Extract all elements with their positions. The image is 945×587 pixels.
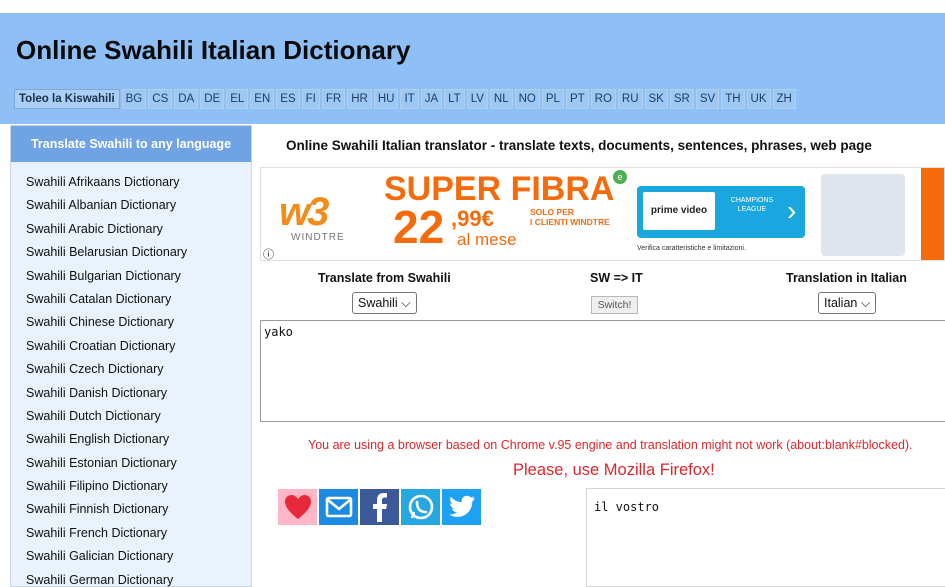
language-link-uk[interactable]: UK: [746, 89, 771, 109]
windtre-brand: WINDTRE: [291, 232, 345, 243]
direction-label: SW => IT: [590, 271, 643, 285]
language-link-fi[interactable]: FI: [301, 89, 320, 109]
sidebar-link[interactable]: Swahili Arabic Dictionary: [11, 219, 251, 242]
heart-icon: [284, 495, 311, 519]
ad-right-edge: [921, 168, 944, 260]
language-link-es[interactable]: ES: [276, 89, 300, 109]
social-buttons: [278, 489, 481, 525]
ad-solo-line2: I CLIENTI WINDTRE: [530, 217, 610, 227]
site-header: Online Swahili Italian Dictionary Toleo …: [0, 13, 945, 124]
language-link-it[interactable]: IT: [400, 89, 419, 109]
ad-players-image: [821, 174, 905, 256]
whatsapp-icon: [408, 494, 433, 520]
sidebar-link[interactable]: Swahili Galician Dictionary: [11, 546, 251, 569]
windtre-logo: w3: [279, 190, 329, 234]
twitter-share-button[interactable]: [442, 489, 481, 525]
language-link-ru[interactable]: RU: [617, 89, 643, 109]
sidebar-link[interactable]: Swahili Dutch Dictionary: [11, 406, 251, 429]
sidebar-link[interactable]: Swahili Belarusian Dictionary: [11, 242, 251, 265]
ad-solo-text: SOLO PER I CLIENTI WINDTRE: [530, 207, 610, 227]
sidebar-link[interactable]: Swahili Estonian Dictionary: [11, 453, 251, 476]
sidebar: Translate Swahili to any language Swahil…: [10, 125, 252, 587]
ad-e-badge: e: [613, 170, 627, 184]
language-link-toleo-la-kiswahili[interactable]: Toleo la Kiswahili: [14, 89, 120, 109]
sidebar-link[interactable]: Swahili Bulgarian Dictionary: [11, 266, 251, 289]
language-link-ro[interactable]: RO: [590, 89, 616, 109]
whatsapp-share-button[interactable]: [401, 489, 440, 525]
ad-price-int: 22: [393, 201, 445, 253]
language-link-nl[interactable]: NL: [489, 89, 513, 109]
twitter-icon: [448, 495, 475, 517]
language-link-hr[interactable]: HR: [347, 89, 372, 109]
sidebar-link[interactable]: Swahili Albanian Dictionary: [11, 195, 251, 218]
language-link-cs[interactable]: CS: [148, 89, 173, 109]
sidebar-link[interactable]: Swahili Danish Dictionary: [11, 383, 251, 406]
language-link-no[interactable]: NO: [514, 89, 540, 109]
language-link-sr[interactable]: SR: [669, 89, 694, 109]
language-link-th[interactable]: TH: [721, 89, 745, 109]
language-link-fr[interactable]: FR: [321, 89, 346, 109]
chevron-right-icon: ›: [787, 195, 797, 226]
sidebar-list: Swahili Afrikaans Dictionary Swahili Alba…: [11, 172, 251, 587]
language-link-da[interactable]: DA: [174, 89, 199, 109]
ad-per-month: al mese: [457, 230, 517, 249]
sidebar-link[interactable]: Swahili Finnish Dictionary: [11, 499, 251, 522]
mail-icon: [325, 496, 352, 518]
sidebar-link[interactable]: Swahili Afrikaans Dictionary: [11, 172, 251, 195]
to-label: Translation in Italian: [786, 271, 907, 285]
translation-output[interactable]: il vostro: [586, 488, 945, 587]
sidebar-link[interactable]: Swahili German Dictionary: [11, 570, 251, 587]
source-textarea[interactable]: yako: [260, 320, 945, 422]
sidebar-link[interactable]: Swahili English Dictionary: [11, 429, 251, 452]
language-link-hu[interactable]: HU: [373, 89, 399, 109]
sidebar-heading[interactable]: Translate Swahili to any language: [11, 126, 251, 162]
source-language-select[interactable]: Swahili ⌵: [352, 292, 417, 314]
info-icon[interactable]: ⓘ: [263, 246, 274, 260]
sidebar-link[interactable]: Swahili Czech Dictionary: [11, 359, 251, 382]
heart-button[interactable]: [278, 489, 317, 525]
language-link-pl[interactable]: PL: [541, 89, 564, 109]
language-link-el[interactable]: EL: [226, 89, 249, 109]
facebook-share-button[interactable]: [360, 489, 399, 525]
email-share-button[interactable]: [319, 489, 358, 525]
top-strip: [0, 0, 945, 13]
language-link-sk[interactable]: SK: [644, 89, 668, 109]
language-link-lv[interactable]: LV: [466, 89, 488, 109]
from-label: Translate from Swahili: [318, 271, 451, 285]
language-link-zh[interactable]: ZH: [772, 89, 796, 109]
language-link-de[interactable]: DE: [200, 89, 225, 109]
sidebar-link[interactable]: Swahili Filipino Dictionary: [11, 476, 251, 499]
ad-price-dec: ,99€: [451, 206, 494, 231]
prime-video-logo: prime video: [643, 192, 715, 230]
language-link-ja[interactable]: JA: [420, 89, 443, 109]
switch-button[interactable]: Switch!: [591, 296, 638, 314]
language-link-en[interactable]: EN: [250, 89, 275, 109]
facebook-icon: [372, 493, 387, 522]
ad-solo-line1: SOLO PER: [530, 207, 574, 217]
champions-league-logo: CHAMPIONS LEAGUE: [730, 197, 774, 213]
firefox-warning: Please, use Mozilla Firefox!: [513, 461, 715, 479]
advertisement-banner[interactable]: w3 WINDTRE SUPER FIBRA e 22 ,99€ al mese…: [260, 167, 945, 261]
sidebar-link[interactable]: Swahili Croatian Dictionary: [11, 336, 251, 359]
language-link-pt[interactable]: PT: [565, 89, 589, 109]
browser-warning: You are using a browser based on Chrome …: [308, 438, 913, 452]
sidebar-link[interactable]: Swahili Catalan Dictionary: [11, 289, 251, 312]
language-link-lt[interactable]: LT: [444, 89, 465, 109]
sidebar-link[interactable]: Swahili Chinese Dictionary: [11, 312, 251, 335]
language-link-sv[interactable]: SV: [695, 89, 720, 109]
target-language-select[interactable]: Italian ⌵: [818, 292, 877, 314]
main-title: Online Swahili Italian translator - tran…: [286, 138, 872, 153]
sidebar-link[interactable]: Swahili French Dictionary: [11, 523, 251, 546]
page: Online Swahili Italian Dictionary Toleo …: [0, 0, 945, 587]
ad-prime-panel: prime video CHAMPIONS LEAGUE ›: [637, 186, 805, 238]
ad-disclaimer: Verifica caratteristiche e limitazioni.: [637, 245, 746, 252]
language-link-bg[interactable]: BG: [121, 89, 147, 109]
site-title: Online Swahili Italian Dictionary: [16, 35, 411, 65]
language-bar: Toleo la Kiswahili BG CS DA DE EL EN ES FI FR HR HU…: [14, 89, 796, 109]
